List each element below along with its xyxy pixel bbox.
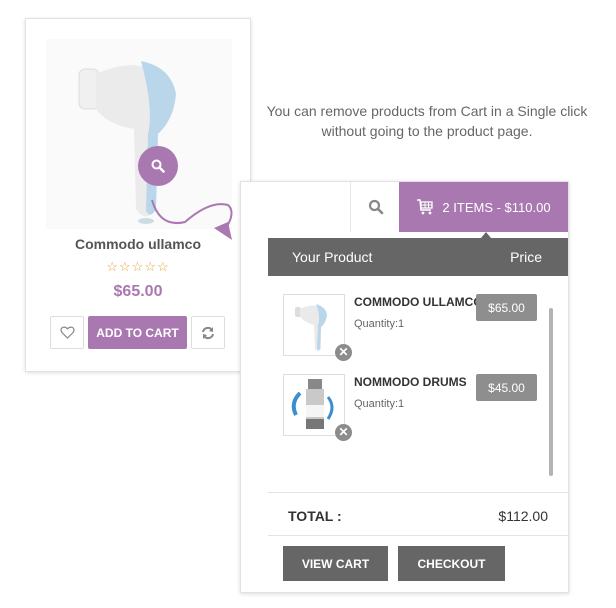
cart-item: ✕ NOMMODO DRUMS Quantity:1 $45.00 [283,374,543,444]
cart-table-header: Your Product Price [268,238,568,276]
search-icon [368,199,383,215]
product-card: Commodo ullamco ☆☆☆☆☆ $65.00 ADD TO CART [25,18,251,372]
search-icon [151,159,165,173]
heart-icon [59,326,75,339]
refresh-icon [202,326,214,339]
compare-button[interactable] [191,316,225,349]
product-actions: ADD TO CART [50,316,225,349]
cart-icon [417,199,434,215]
total-value: $112.00 [498,508,548,524]
header-product: Your Product [292,249,373,265]
divider [268,535,568,536]
item-name[interactable]: NOMMODO DRUMS [354,375,467,389]
item-name[interactable]: COMMODO ULLAMCO [354,295,483,309]
item-price: $65.00 [476,294,537,321]
quick-view-button[interactable] [138,146,178,186]
cart-summary-button[interactable]: 2 ITEMS - $110.00 [399,182,568,232]
product-price: $65.00 [113,283,163,300]
item-quantity: Quantity:1 [354,398,405,410]
product-image[interactable] [46,39,232,229]
divider [268,492,568,493]
cart-summary-text: 2 ITEMS - $110.00 [442,199,551,215]
remove-item-button[interactable]: ✕ [335,344,352,361]
tip-text: You can remove products from Cart in a S… [266,103,588,139]
wishlist-button[interactable] [50,316,84,349]
facial-brush-thumb [295,304,327,351]
item-quantity: Quantity:1 [354,318,405,330]
item-price: $45.00 [476,374,537,401]
header-price: Price [510,249,542,265]
mini-cart-panel: 2 ITEMS - $110.00 Your Product Price ✕ C… [240,181,569,593]
rating-stars: ☆☆☆☆☆ [106,259,170,274]
serum-bottle-thumb [291,379,334,429]
cart-item: ✕ COMMODO ULLAMCO Quantity:1 $65.00 [283,294,543,364]
product-title[interactable]: Commodo ullamco [26,236,250,252]
cart-scrollbar[interactable] [549,308,553,476]
search-button[interactable] [350,182,400,232]
facial-brush-image [78,61,176,224]
total-label: TOTAL : [288,508,342,524]
checkout-button[interactable]: CHECKOUT [398,546,505,581]
remove-item-button[interactable]: ✕ [335,424,352,441]
view-cart-button[interactable]: VIEW CART [283,546,388,581]
add-to-cart-button[interactable]: ADD TO CART [88,316,187,349]
